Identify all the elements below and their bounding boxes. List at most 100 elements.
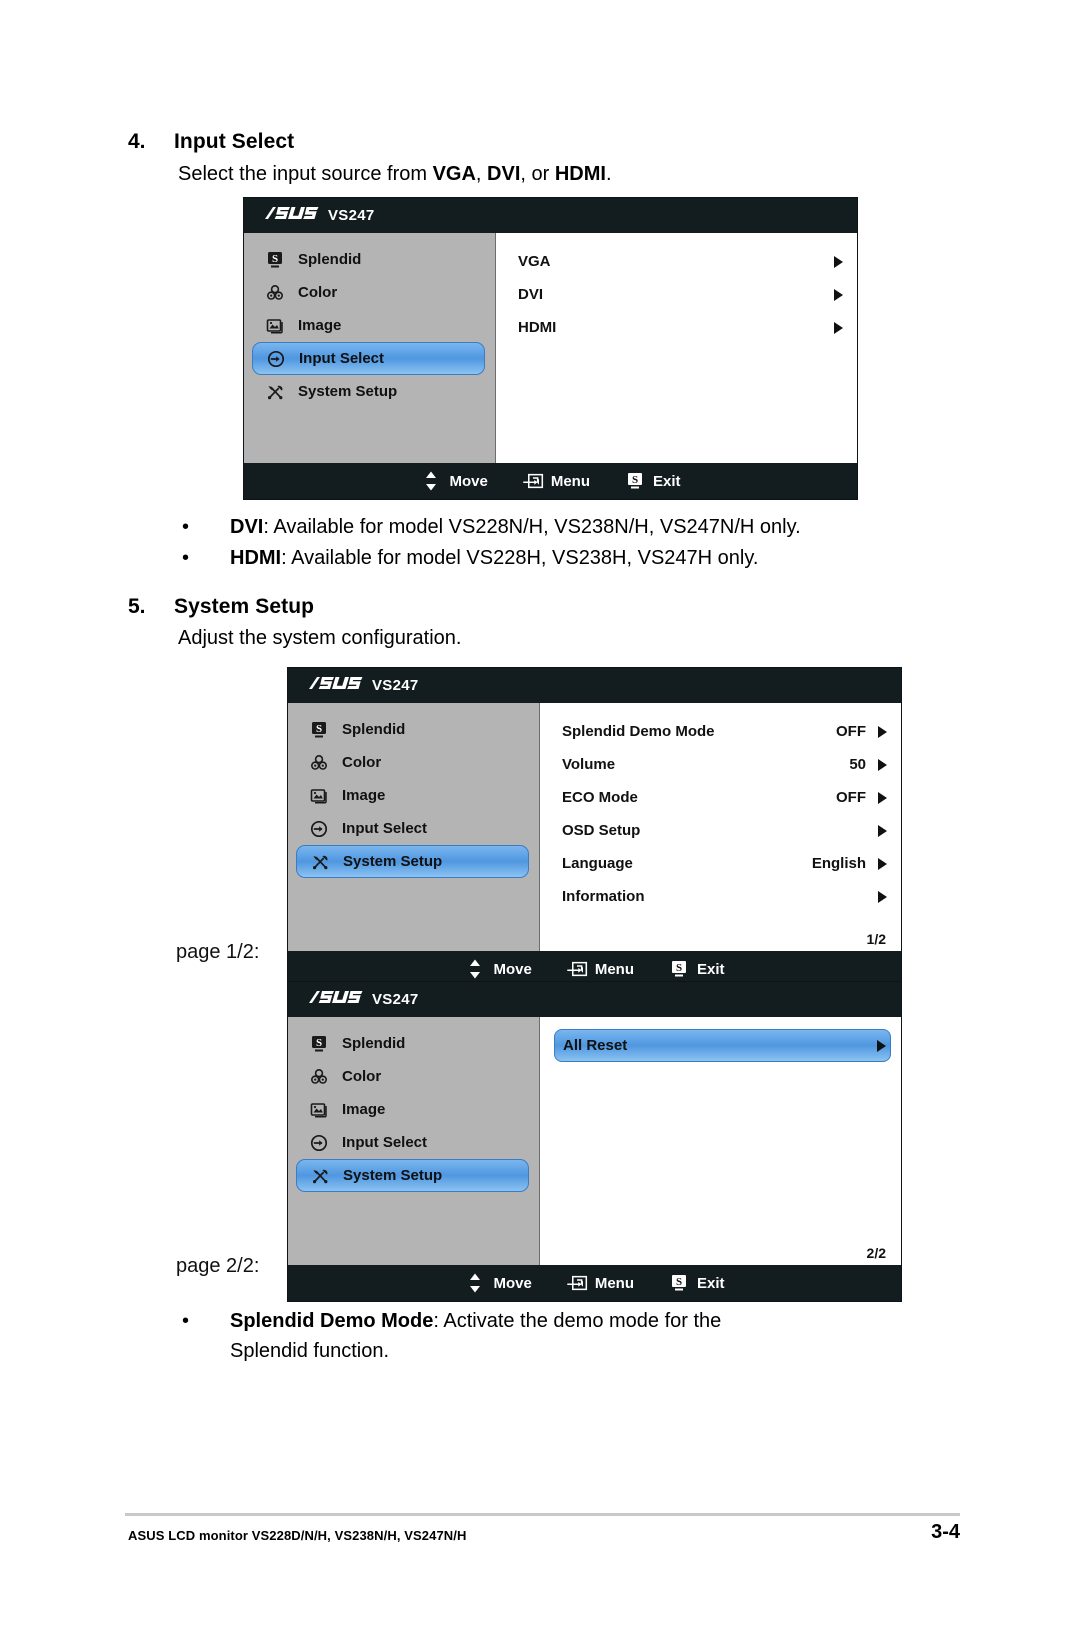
bullet-rest: : Available for model VS228N/H, VS238N/H… [263, 516, 801, 538]
osd-option-vga[interactable]: VGA [510, 245, 847, 278]
osd-footer-exit[interactable]: S Exit [668, 1273, 725, 1293]
osd-footer-menu[interactable]: Menu [522, 471, 590, 491]
chevron-right-icon [878, 857, 887, 870]
osd-footer-menu[interactable]: Menu [566, 959, 634, 979]
chevron-right-icon [877, 1039, 886, 1052]
osd-menu-item-image[interactable]: Image [296, 1093, 529, 1126]
footer-left-text: ASUS LCD monitor VS228D/N/H, VS238N/H, V… [128, 1528, 467, 1543]
osd-menu-item-splendid[interactable]: S Splendid [296, 713, 529, 746]
osd-footer-label: Move [449, 472, 488, 490]
osd-option-osd-setup[interactable]: OSD Setup [554, 814, 891, 847]
osd-footer-label: Move [493, 960, 532, 978]
bullet-text: Splendid Demo Mode: Activate the demo mo… [230, 1306, 721, 1366]
osd-option-value: 50 [849, 756, 866, 773]
osd-content-pane: VGA DVI HDMI [496, 233, 857, 463]
osd-content-pane: All Reset 2/2 [540, 1017, 901, 1265]
osd-option-label: Information [562, 888, 645, 905]
osd-model-name: VS247 [328, 207, 375, 224]
osd-option-language[interactable]: Language English [554, 847, 891, 880]
svg-text:S: S [316, 1037, 322, 1049]
osd-footer-label: Exit [697, 1274, 725, 1292]
osd-menu-item-label: System Setup [298, 383, 398, 400]
asus-logo [307, 675, 363, 697]
bullet-line2: Splendid function. [230, 1340, 390, 1362]
input-select-icon [265, 348, 287, 370]
svg-text:S: S [316, 723, 322, 735]
asus-logo-icon [309, 676, 363, 689]
bullet-text: DVI: Available for model VS228N/H, VS238… [230, 512, 801, 542]
bullet-rest: : Available for model VS228H, VS238H, VS… [281, 547, 759, 569]
osd-model-name: VS247 [372, 677, 419, 694]
osd-menu-item-input-select[interactable]: Input Select [296, 1126, 529, 1159]
osd-option-label: Language [562, 855, 633, 872]
osd-menu-item-label: System Setup [343, 853, 443, 870]
osd-option-all-reset[interactable]: All Reset [554, 1029, 891, 1062]
osd-menu-item-input-select[interactable]: Input Select [252, 342, 485, 375]
chevron-right-icon [878, 824, 887, 837]
osd-footer-exit[interactable]: S Exit [624, 471, 681, 491]
asus-logo [263, 205, 319, 227]
osd-menu-item-label: Color [342, 1068, 382, 1085]
osd-footer-exit[interactable]: S Exit [668, 959, 725, 979]
osd-menu-item-input-select[interactable]: Input Select [296, 812, 529, 845]
desc-end: . [605, 163, 612, 185]
osd-menu-item-label: Input Select [342, 820, 428, 837]
osd-footer-bar: Move Menu S Exit [288, 1265, 901, 1301]
osd-title-bar: VS247 [244, 198, 857, 233]
osd-menu-item-splendid[interactable]: S Splendid [252, 243, 485, 276]
up-down-arrows-icon [420, 471, 442, 491]
osd-menu-item-image[interactable]: Image [296, 779, 529, 812]
osd-footer-label: Menu [594, 960, 634, 978]
osd-menu-item-label: System Setup [343, 1167, 443, 1184]
osd-footer-move[interactable]: Move [464, 959, 532, 979]
osd-menu-item-splendid[interactable]: S Splendid [296, 1027, 529, 1060]
osd-menu-item-system-setup[interactable]: System Setup [296, 1159, 529, 1192]
osd-menu-item-color[interactable]: Color [296, 746, 529, 779]
desc-sep1: , [475, 163, 488, 185]
osd-option-eco-mode[interactable]: ECO Mode OFF [554, 781, 891, 814]
osd-menu-item-system-setup[interactable]: System Setup [296, 845, 529, 878]
bullet-bold: Splendid Demo Mode [230, 1310, 434, 1332]
desc-sep2: , or [520, 163, 555, 185]
osd-option-splendid-demo-mode[interactable]: Splendid Demo Mode OFF [554, 715, 891, 748]
osd-footer-menu[interactable]: Menu [566, 1273, 634, 1293]
osd-footer-label: Menu [594, 1274, 634, 1292]
osd-menu-item-system-setup[interactable]: System Setup [252, 375, 485, 408]
bullet-text: HDMI: Available for model VS228H, VS238H… [230, 543, 758, 573]
bullet-dot: • [182, 1310, 190, 1332]
color-icon [308, 752, 330, 774]
asus-logo-icon [309, 990, 363, 1003]
osd-option-volume[interactable]: Volume 50 [554, 748, 891, 781]
osd-option-label: ECO Mode [562, 789, 638, 806]
osd-sidebar: S Splendid Color Image Input Select Syst… [288, 1017, 540, 1265]
page-2-label: page 2/2: [176, 1255, 260, 1277]
chevron-right-icon [834, 321, 843, 334]
color-icon [308, 1066, 330, 1088]
osd-menu-item-label: Color [342, 754, 382, 771]
osd-option-information[interactable]: Information [554, 880, 891, 913]
osd-system-setup-page1[interactable]: VS247 S Splendid Color Image Input Selec… [287, 667, 902, 988]
osd-menu-item-color[interactable]: Color [252, 276, 485, 309]
osd-footer-move[interactable]: Move [420, 471, 488, 491]
osd-footer-label: Menu [550, 472, 590, 490]
image-icon [308, 785, 330, 807]
section-4-description: Select the input source from VGA, DVI, o… [178, 160, 612, 188]
osd-menu-item-image[interactable]: Image [252, 309, 485, 342]
osd-input-select[interactable]: VS247 S Splendid Color Image Input Selec… [243, 197, 858, 500]
osd-menu-item-label: Color [298, 284, 338, 301]
osd-footer-move[interactable]: Move [464, 1273, 532, 1293]
system-setup-icon [309, 1165, 331, 1187]
osd-system-setup-page2[interactable]: VS247 S Splendid Color Image Input Selec… [287, 981, 902, 1302]
section-5-title: System Setup [174, 595, 315, 618]
chevron-right-icon [878, 725, 887, 738]
bullet-splendid-demo-mode: • Splendid Demo Mode: Activate the demo … [178, 1306, 938, 1366]
desc-hdmi: HDMI [554, 163, 606, 185]
osd-menu-item-color[interactable]: Color [296, 1060, 529, 1093]
osd-option-hdmi[interactable]: HDMI [510, 311, 847, 344]
osd-footer-label: Exit [653, 472, 681, 490]
osd-option-dvi[interactable]: DVI [510, 278, 847, 311]
section-4-number: 4. [128, 130, 146, 153]
section-4-heading: 4. Input Select [128, 130, 294, 154]
bullet-dot: • [182, 516, 190, 538]
system-setup-icon [264, 381, 286, 403]
